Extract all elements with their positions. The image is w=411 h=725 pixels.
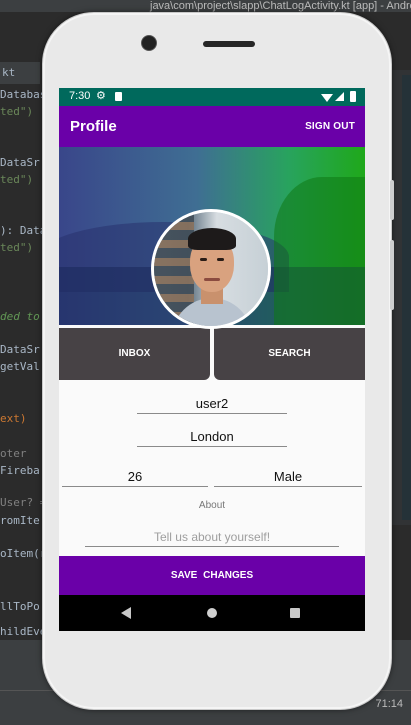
ide-code-line: getVal bbox=[0, 360, 40, 373]
status-bar: 7:30 ⚙ bbox=[59, 88, 365, 106]
back-icon[interactable] bbox=[121, 607, 131, 619]
phone-screen: 7:30 ⚙ Profile SIGN OUT INBOX SEARCH use… bbox=[59, 88, 365, 631]
ide-title-bar: java\com\project\slapp\ChatLogActivity.k… bbox=[0, 0, 411, 12]
ide-code-line: ded to bbox=[0, 310, 40, 323]
power-button[interactable] bbox=[390, 180, 394, 220]
ide-clock: 71:14 bbox=[375, 698, 403, 710]
android-nav-bar bbox=[59, 595, 365, 631]
sd-card-icon bbox=[115, 92, 122, 101]
ide-code-line: hildEve bbox=[0, 625, 47, 638]
ide-code-line: DataSr bbox=[0, 156, 40, 169]
gender-field[interactable]: Male bbox=[214, 468, 362, 487]
profile-avatar[interactable] bbox=[151, 209, 271, 329]
about-label: About bbox=[198, 500, 226, 511]
speaker-grille bbox=[203, 41, 255, 47]
settings-gear-icon: ⚙ bbox=[96, 90, 106, 102]
ide-code-line: ted") bbox=[0, 173, 34, 186]
age-field[interactable]: 26 bbox=[62, 468, 208, 487]
ide-side-panel-content bbox=[402, 75, 411, 520]
avatar-eye bbox=[217, 258, 224, 261]
ide-code-line: llToPo bbox=[0, 600, 40, 613]
battery-icon bbox=[350, 91, 356, 102]
location-field[interactable]: London bbox=[137, 428, 287, 447]
avatar-hair bbox=[188, 228, 236, 250]
status-time: 7:30 bbox=[69, 90, 91, 102]
page-title: Profile bbox=[70, 118, 117, 135]
ide-code-line: ted") bbox=[0, 241, 34, 254]
ide-code-line: ted") bbox=[0, 105, 34, 118]
recent-apps-icon[interactable] bbox=[290, 608, 300, 618]
ide-code-line: DataSr bbox=[0, 343, 40, 356]
camera-icon bbox=[141, 35, 157, 51]
home-icon[interactable] bbox=[207, 608, 217, 618]
search-button[interactable]: SEARCH bbox=[214, 328, 365, 380]
cell-signal-icon bbox=[335, 92, 344, 101]
ide-code-line: oItem(r bbox=[0, 547, 47, 560]
ide-code-line: User? = bbox=[0, 496, 47, 509]
ide-code-line: oter bbox=[0, 447, 27, 460]
sign-out-button[interactable]: SIGN OUT bbox=[305, 121, 355, 132]
ide-code-line: ): Data bbox=[0, 224, 47, 237]
about-input[interactable]: Tell us about yourself! bbox=[85, 528, 339, 547]
ide-code-line: Fireba bbox=[0, 464, 40, 477]
ide-title-text: java\com\project\slapp\ChatLogActivity.k… bbox=[150, 0, 411, 12]
avatar-eye bbox=[200, 258, 207, 261]
inbox-button[interactable]: INBOX bbox=[59, 328, 210, 380]
username-field[interactable]: user2 bbox=[137, 395, 287, 414]
avatar-mouth bbox=[204, 278, 220, 281]
ide-editor-tab[interactable]: kt bbox=[0, 62, 40, 84]
ide-code-line: Databas bbox=[0, 88, 47, 101]
save-changes-button[interactable]: SAVE CHANGES bbox=[59, 556, 365, 595]
volume-button[interactable] bbox=[390, 240, 394, 310]
ide-code-line: romIte bbox=[0, 514, 40, 527]
app-bar: Profile SIGN OUT bbox=[59, 106, 365, 147]
wifi-icon bbox=[321, 94, 333, 102]
ide-code-line: ext) bbox=[0, 412, 27, 425]
header-trees bbox=[274, 177, 365, 325]
action-button-row: INBOX SEARCH bbox=[59, 328, 365, 380]
